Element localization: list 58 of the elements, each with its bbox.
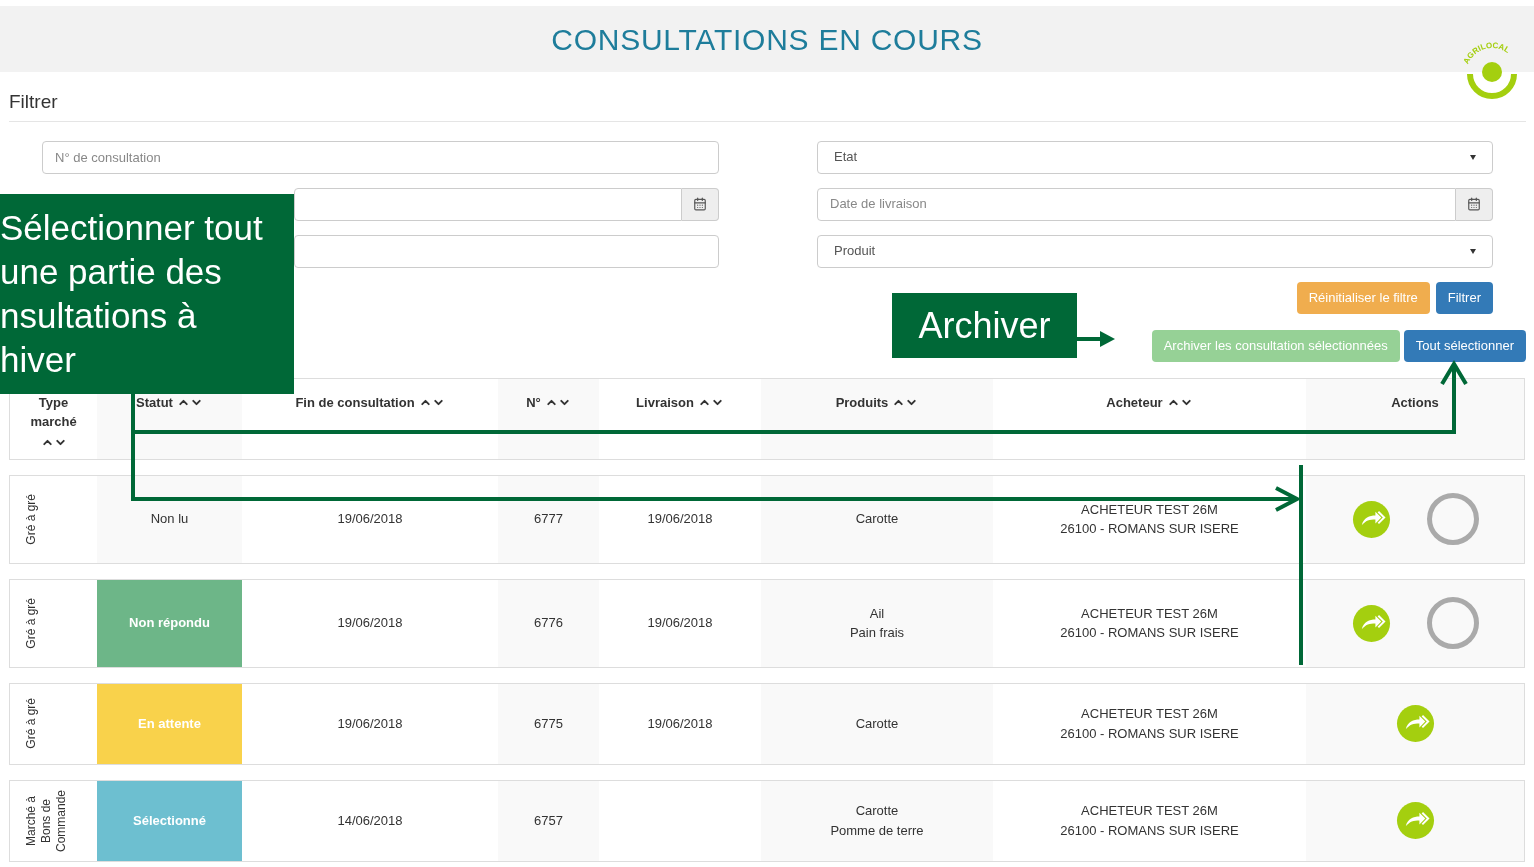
status-label: Non lu (149, 510, 190, 529)
table-cell-text: 19/06/2018 (647, 614, 713, 633)
select-toggle[interactable] (1426, 597, 1479, 649)
table-cell-text: ACHETEUR TEST 26M 26100 - ROMANS SUR ISERE (1060, 604, 1239, 642)
column-header[interactable]: Type marché (18, 392, 89, 449)
table-cell-text: ACHETEUR TEST 26M 26100 - ROMANS SUR ISERE (1060, 500, 1239, 538)
status-label: En attente (97, 683, 242, 764)
column-header[interactable]: Acheteur (1106, 392, 1193, 412)
date-field[interactable] (294, 187, 682, 221)
action-button[interactable]: Tout sélectionner (1403, 329, 1526, 362)
table-cell-text: ACHETEUR TEST 26M 26100 - ROMANS SUR ISERE (1060, 705, 1239, 743)
page-title: CONSULTATIONS EN COURS (551, 21, 983, 58)
calendar-button[interactable] (1456, 187, 1493, 221)
table-cell-text: 19/06/2018 (337, 714, 403, 733)
table-cell-text: Marché à Bons de Commande (23, 788, 69, 854)
callout-text: nsultations à (0, 295, 197, 337)
table-cell-text: Gré à gré (23, 493, 39, 545)
table-cell-text: 19/06/2018 (647, 714, 713, 733)
table-cell-text: Ail Pain frais (849, 604, 905, 642)
table-cell-text: Carotte (855, 714, 899, 733)
column-header[interactable]: Produits (835, 392, 919, 412)
text-field[interactable]: N° de consultation (42, 140, 719, 174)
callout-text: une partie des (0, 251, 222, 293)
filter-button[interactable]: Filtrer (1435, 281, 1493, 314)
table-cell-text: 6757 (534, 811, 563, 830)
calendar-icon (1467, 197, 1481, 211)
select-toggle[interactable] (1426, 493, 1479, 545)
status-label: Non répondu (97, 579, 242, 667)
table-cell-text: 19/06/2018 (337, 614, 403, 633)
table-cell-text: 19/06/2018 (647, 510, 713, 529)
table-cell-text: 14/06/2018 (337, 811, 403, 830)
text-field[interactable] (294, 234, 719, 268)
status-label: Sélectionné (97, 780, 242, 861)
table-cell-text: 19/06/2018 (337, 510, 403, 529)
date-field[interactable]: Date de livraison (817, 187, 1456, 221)
table-cell-text: Carotte (855, 510, 899, 529)
callout-text: Archiver (918, 303, 1051, 348)
table-cell-text: Gré à gré (23, 698, 39, 749)
select-field[interactable]: Produit (817, 234, 1493, 268)
table-cell-text: 6776 (534, 614, 563, 633)
column-header[interactable]: Statut (136, 392, 203, 412)
dropdown-icon (1470, 154, 1476, 160)
callout-text: Sélectionner tout (0, 207, 263, 249)
select-field[interactable]: Etat (817, 140, 1493, 174)
column-header: Actions (1391, 393, 1439, 412)
calendar-icon (693, 197, 707, 211)
table-cell-text: 6775 (534, 714, 563, 733)
calendar-button[interactable] (682, 187, 719, 221)
table-cell-text: Gré à gré (23, 597, 39, 649)
dropdown-icon (1470, 248, 1476, 254)
filter-heading: Filtrer (9, 90, 59, 114)
table-cell-text: 6777 (534, 510, 563, 529)
table-cell-text: ACHETEUR TEST 26M 26100 - ROMANS SUR ISERE (1060, 802, 1239, 840)
callout-text: hiver (0, 339, 76, 381)
column-header[interactable]: N° (526, 392, 571, 412)
table-cell-text: Carotte Pomme de terre (830, 802, 924, 840)
column-header[interactable]: Livraison (636, 392, 724, 412)
column-header[interactable]: Fin de consultation (295, 392, 445, 412)
